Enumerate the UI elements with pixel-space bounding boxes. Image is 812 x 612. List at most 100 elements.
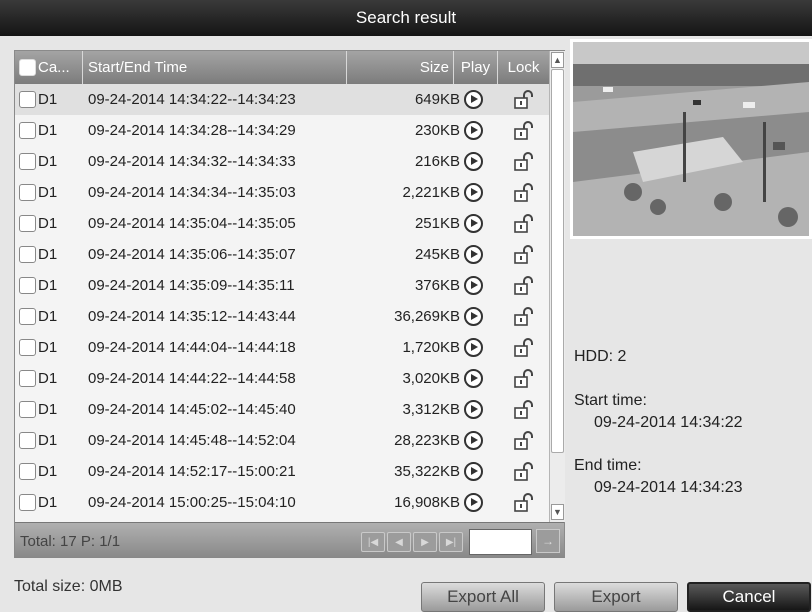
row-checkbox[interactable] [19, 308, 36, 325]
play-circle-icon[interactable] [463, 307, 483, 326]
select-all-checkbox[interactable] [19, 59, 36, 76]
page-input[interactable] [469, 529, 532, 555]
unlock-icon[interactable] [513, 89, 535, 110]
arrow-right-icon[interactable]: → [536, 529, 560, 553]
table-row[interactable]: D1 09-24-2014 14:35:06--14:35:07 245KB [15, 239, 549, 270]
unlock-icon[interactable] [513, 399, 535, 420]
table-row[interactable]: D1 09-24-2014 14:44:22--14:44:58 3,020KB [15, 363, 549, 394]
play-circle-icon[interactable] [463, 431, 483, 450]
row-camera-label: D1 [38, 122, 58, 139]
row-play [460, 115, 486, 146]
table-row[interactable]: D1 09-24-2014 14:35:09--14:35:11 376KB [15, 270, 549, 301]
unlock-icon[interactable] [513, 430, 535, 451]
unlock-icon[interactable] [513, 337, 535, 358]
row-checkbox[interactable] [19, 339, 36, 356]
row-checkbox[interactable] [19, 277, 36, 294]
cancel-button[interactable]: Cancel [687, 582, 811, 612]
row-time: 09-24-2014 14:45:02--14:45:40 [88, 401, 296, 418]
row-time: 09-24-2014 14:35:06--14:35:07 [88, 246, 296, 263]
play-circle-icon[interactable] [463, 276, 483, 295]
table-row[interactable]: D1 09-24-2014 14:44:04--14:44:18 1,720KB [15, 332, 549, 363]
export-all-button[interactable]: Export All [421, 582, 545, 612]
play-circle-icon[interactable] [463, 462, 483, 481]
unlock-icon[interactable] [513, 368, 535, 389]
export-button[interactable]: Export [554, 582, 678, 612]
play-circle-icon[interactable] [463, 338, 483, 357]
play-circle-icon[interactable] [463, 90, 483, 109]
table-row[interactable]: D1 09-24-2014 14:34:32--14:34:33 216KB [15, 146, 549, 177]
table-row[interactable]: D1 09-24-2014 14:34:22--14:34:23 649KB [15, 84, 549, 115]
row-camera: D1 [19, 208, 83, 239]
row-checkbox[interactable] [19, 215, 36, 232]
row-time: 09-24-2014 14:44:04--14:44:18 [88, 339, 296, 356]
row-camera-label: D1 [38, 277, 58, 294]
row-checkbox[interactable] [19, 463, 36, 480]
play-circle-icon[interactable] [463, 214, 483, 233]
header-time[interactable]: Start/End Time [83, 51, 347, 84]
scrollbar[interactable]: ▲ ▼ [549, 51, 565, 522]
play-circle-icon[interactable] [463, 245, 483, 264]
row-camera-label: D1 [38, 184, 58, 201]
row-lock [498, 487, 549, 518]
row-size: 3,020KB [402, 370, 460, 387]
table-row[interactable]: D1 09-24-2014 14:35:04--14:35:05 251KB [15, 208, 549, 239]
row-checkbox[interactable] [19, 370, 36, 387]
end-time-value: 09-24-2014 14:34:23 [594, 479, 743, 496]
row-time: 09-24-2014 14:34:28--14:34:29 [88, 122, 296, 139]
video-preview [570, 39, 812, 239]
header-camera[interactable]: Ca... [15, 51, 83, 84]
unlock-icon[interactable] [513, 213, 535, 234]
row-time: 09-24-2014 14:35:04--14:35:05 [88, 215, 296, 232]
unlock-icon[interactable] [513, 120, 535, 141]
row-lock [498, 301, 549, 332]
play-circle-icon[interactable] [463, 121, 483, 140]
scroll-up-icon[interactable]: ▲ [551, 52, 564, 68]
row-size: 28,223KB [394, 432, 460, 449]
unlock-icon[interactable] [513, 244, 535, 265]
row-checkbox[interactable] [19, 91, 36, 108]
header-size[interactable]: Size [347, 51, 454, 84]
first-page-icon[interactable]: |◀ [361, 532, 385, 552]
unlock-icon[interactable] [513, 182, 535, 203]
row-lock [498, 177, 549, 208]
row-play [460, 84, 486, 115]
unlock-icon[interactable] [513, 306, 535, 327]
table-row[interactable]: D1 09-24-2014 15:00:25--15:04:10 16,908KB [15, 487, 549, 518]
row-checkbox[interactable] [19, 184, 36, 201]
table-row[interactable]: D1 09-24-2014 14:45:02--14:45:40 3,312KB [15, 394, 549, 425]
row-checkbox[interactable] [19, 153, 36, 170]
row-checkbox[interactable] [19, 246, 36, 263]
play-circle-icon[interactable] [463, 493, 483, 512]
row-checkbox[interactable] [19, 122, 36, 139]
scroll-down-icon[interactable]: ▼ [551, 504, 564, 520]
row-checkbox[interactable] [19, 494, 36, 511]
unlock-icon[interactable] [513, 492, 535, 513]
unlock-icon[interactable] [513, 151, 535, 172]
row-checkbox[interactable] [19, 432, 36, 449]
table-row[interactable]: D1 09-24-2014 14:34:34--14:35:03 2,221KB [15, 177, 549, 208]
row-lock [498, 363, 549, 394]
table-row[interactable]: D1 09-24-2014 14:34:28--14:34:29 230KB [15, 115, 549, 146]
play-circle-icon[interactable] [463, 369, 483, 388]
play-circle-icon[interactable] [463, 183, 483, 202]
unlock-icon[interactable] [513, 275, 535, 296]
row-play [460, 270, 486, 301]
scroll-thumb[interactable] [551, 69, 564, 453]
row-play [460, 425, 486, 456]
row-camera-label: D1 [38, 246, 58, 263]
table-row[interactable]: D1 09-24-2014 14:52:17--15:00:21 35,322KB [15, 456, 549, 487]
table-row[interactable]: D1 09-24-2014 14:45:48--14:52:04 28,223KB [15, 425, 549, 456]
header-lock: Lock [507, 59, 540, 76]
unlock-icon[interactable] [513, 461, 535, 482]
row-lock [498, 425, 549, 456]
total-size-label: Total size: 0MB [14, 578, 123, 595]
last-page-icon[interactable]: ▶| [439, 532, 463, 552]
play-circle-icon[interactable] [463, 152, 483, 171]
row-camera-label: D1 [38, 370, 58, 387]
next-page-icon[interactable]: ▶ [413, 532, 437, 552]
play-circle-icon[interactable] [463, 400, 483, 419]
prev-page-icon[interactable]: ◀ [387, 532, 411, 552]
row-checkbox[interactable] [19, 401, 36, 418]
table-row[interactable]: D1 09-24-2014 14:35:12--14:43:44 36,269KB [15, 301, 549, 332]
result-list-panel: Ca... Start/End Time Size Play Lock D1 09… [14, 50, 565, 558]
